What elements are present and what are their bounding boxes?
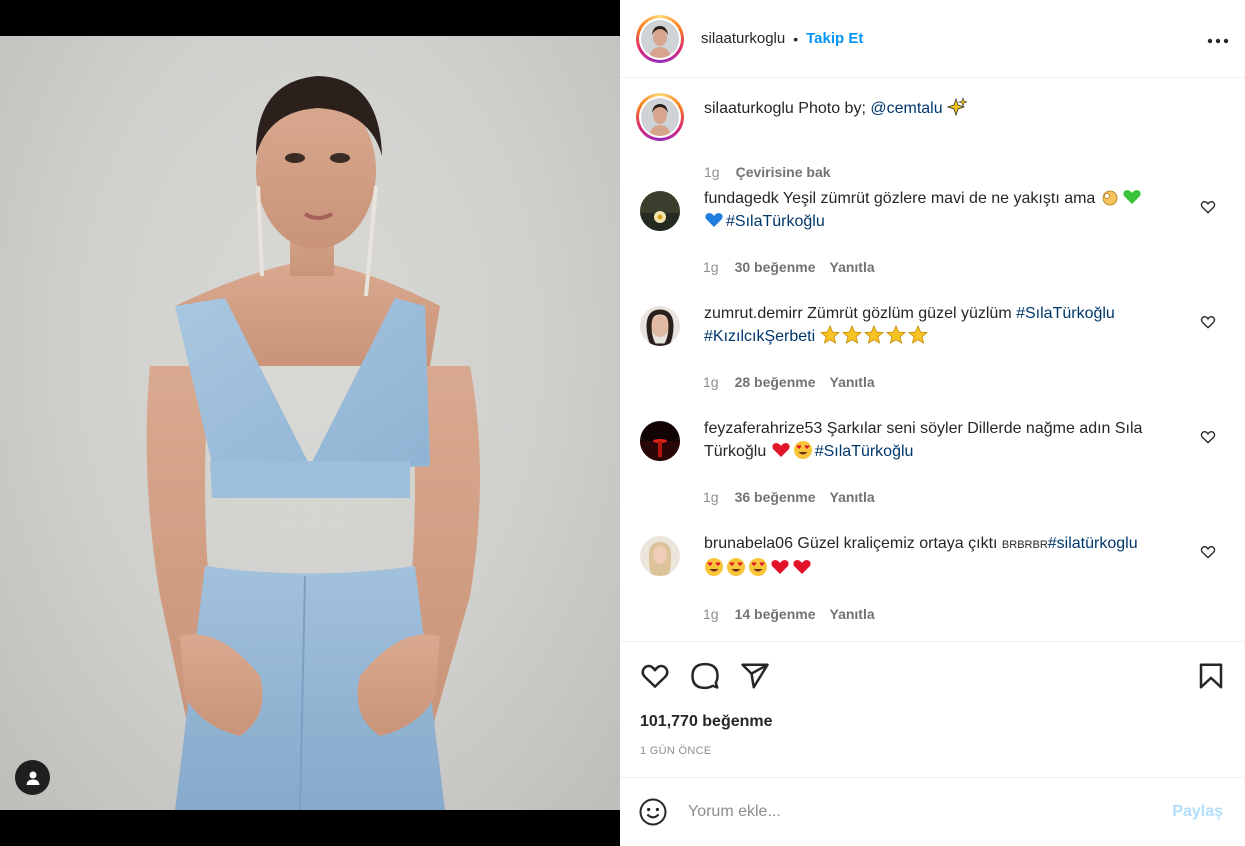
post-header: silaaturkoglu • Takip Et	[620, 0, 1245, 78]
commenter-avatar-image	[640, 536, 680, 576]
star-emoji-icon	[841, 325, 862, 344]
like-comment-heart-icon[interactable]	[1200, 314, 1216, 330]
post-actions: 101,770 beğenme 1 GÜN ÖNCE	[620, 641, 1245, 793]
comments-list[interactable]: silaaturkoglu Photo by; @cemtalu 1g Çevi…	[620, 79, 1245, 641]
post-comment-button[interactable]: Paylaş	[1172, 803, 1223, 821]
heart-eyes-emoji-icon	[793, 441, 812, 459]
emoji-smiley-icon[interactable]	[638, 797, 668, 827]
comment-input[interactable]	[688, 803, 1173, 821]
comment-item: brunabela06 Güzel kraliçemiz ortaya çıkt…	[640, 532, 1230, 622]
commenter-username[interactable]: zumrut.demirr	[704, 305, 803, 322]
ok-hand-emoji-icon	[1102, 190, 1118, 206]
comment-small-text: BRBRBR	[1001, 539, 1048, 551]
follow-button[interactable]: Takip Et	[806, 30, 863, 47]
caption-time: 1g	[704, 164, 720, 180]
comment-text: Güzel kraliçemiz ortaya çıktı	[797, 535, 1002, 552]
commenter-avatar-image	[640, 191, 680, 231]
red-heart-emoji-icon	[772, 443, 790, 457]
comment-item: fundagedk Yeşil zümrüt gözlere mavi de n…	[640, 187, 1230, 275]
heart-eyes-emoji-icon	[749, 558, 767, 576]
see-translation-button[interactable]: Çevirisine bak	[736, 164, 831, 180]
comment-item: feyzaferahrize53 Şarkılar seni söyler Di…	[640, 417, 1230, 505]
caption-mention[interactable]: @cemtalu	[870, 100, 942, 117]
comment-hashtag[interactable]: #SılaTürkoğlu	[1016, 305, 1115, 322]
post-details-panel: silaaturkoglu • Takip Et silaaturkoglu P…	[620, 0, 1245, 846]
comment-hashtag-secondary[interactable]: #KızılcıkŞerbeti	[704, 328, 815, 345]
post-photo[interactable]	[0, 36, 620, 810]
commenter-avatar-image	[640, 306, 680, 346]
commenter-avatar-image	[640, 421, 680, 461]
comment-hashtag[interactable]: #SılaTürkoğlu	[815, 443, 914, 460]
commenter-username[interactable]: brunabela06	[704, 535, 793, 552]
tagged-users-button[interactable]	[15, 760, 50, 795]
save-bookmark-icon[interactable]	[1196, 661, 1226, 691]
more-options-icon[interactable]	[1207, 27, 1229, 50]
comment-time: 1g	[703, 606, 719, 622]
comment-item: zumrut.demirr Zümrüt gözlüm güzel yüzlüm…	[640, 302, 1230, 390]
star-emoji-icon	[885, 325, 906, 344]
reply-button[interactable]: Yanıtla	[830, 606, 875, 622]
comment-text: Zümrüt gözlüm güzel yüzlüm	[807, 305, 1017, 322]
comment-like-count[interactable]: 30 beğenme	[735, 259, 816, 275]
comment-hashtag[interactable]: #silatürkoglu	[1048, 535, 1138, 552]
comment-composer: Paylaş	[620, 777, 1245, 846]
comment-time: 1g	[703, 374, 719, 390]
comment-like-count[interactable]: 36 beğenme	[735, 489, 816, 505]
comment-hashtag[interactable]: #SılaTürkoğlu	[726, 213, 825, 230]
blue-heart-emoji-icon	[705, 213, 723, 227]
reply-button[interactable]: Yanıtla	[830, 489, 875, 505]
commenter-avatar[interactable]	[640, 306, 680, 346]
red-heart-emoji-icon	[771, 560, 789, 574]
author-avatar-image	[641, 19, 679, 58]
comment-emojis	[704, 558, 814, 577]
comment-time: 1g	[703, 259, 719, 275]
post-media-area	[0, 0, 620, 846]
woman-in-denim-illustration	[146, 76, 480, 810]
caption-text: Photo by;	[798, 100, 866, 117]
star-emoji-icon	[907, 325, 928, 344]
sparkles-emoji-icon	[947, 97, 968, 117]
commenter-avatar[interactable]	[640, 421, 680, 461]
reply-button[interactable]: Yanıtla	[830, 259, 875, 275]
author-username[interactable]: silaaturkoglu	[701, 30, 785, 47]
reply-button[interactable]: Yanıtla	[830, 374, 875, 390]
like-count[interactable]: 101,770 beğenme	[640, 713, 773, 731]
comment-bubble-icon[interactable]	[690, 661, 720, 691]
caption-username[interactable]: silaaturkoglu	[704, 100, 794, 117]
caption-avatar-image	[641, 98, 679, 136]
heart-eyes-emoji-icon	[705, 558, 723, 576]
post-age: 1 GÜN ÖNCE	[640, 745, 712, 757]
like-comment-heart-icon[interactable]	[1200, 429, 1216, 445]
user-icon	[26, 771, 39, 785]
star-emojis	[819, 325, 930, 345]
commenter-username[interactable]: fundagedk	[704, 190, 779, 207]
like-comment-heart-icon[interactable]	[1200, 544, 1216, 560]
commenter-avatar[interactable]	[640, 191, 680, 231]
red-heart-emoji-icon	[793, 560, 811, 574]
comment-time: 1g	[703, 489, 719, 505]
green-heart-emoji-icon	[1123, 190, 1141, 204]
star-emoji-icon	[819, 325, 840, 344]
like-comment-heart-icon[interactable]	[1200, 199, 1216, 215]
like-heart-icon[interactable]	[640, 661, 670, 691]
comment-text: Yeşil zümrüt gözlere mavi de ne yakıştı …	[782, 190, 1100, 207]
heart-eyes-emoji-icon	[727, 558, 745, 576]
author-avatar[interactable]	[636, 14, 684, 63]
caption-author-avatar[interactable]	[636, 93, 684, 141]
star-emoji-icon	[863, 325, 884, 344]
comment-like-count[interactable]: 28 beğenme	[735, 374, 816, 390]
separator-dot: •	[793, 30, 799, 47]
commenter-avatar[interactable]	[640, 536, 680, 576]
comment-like-count[interactable]: 14 beğenme	[735, 606, 816, 622]
post-caption: silaaturkoglu Photo by; @cemtalu 1g Çevi…	[636, 93, 1226, 180]
commenter-username[interactable]: feyzaferahrize53	[704, 420, 822, 437]
share-send-icon[interactable]	[740, 661, 770, 691]
